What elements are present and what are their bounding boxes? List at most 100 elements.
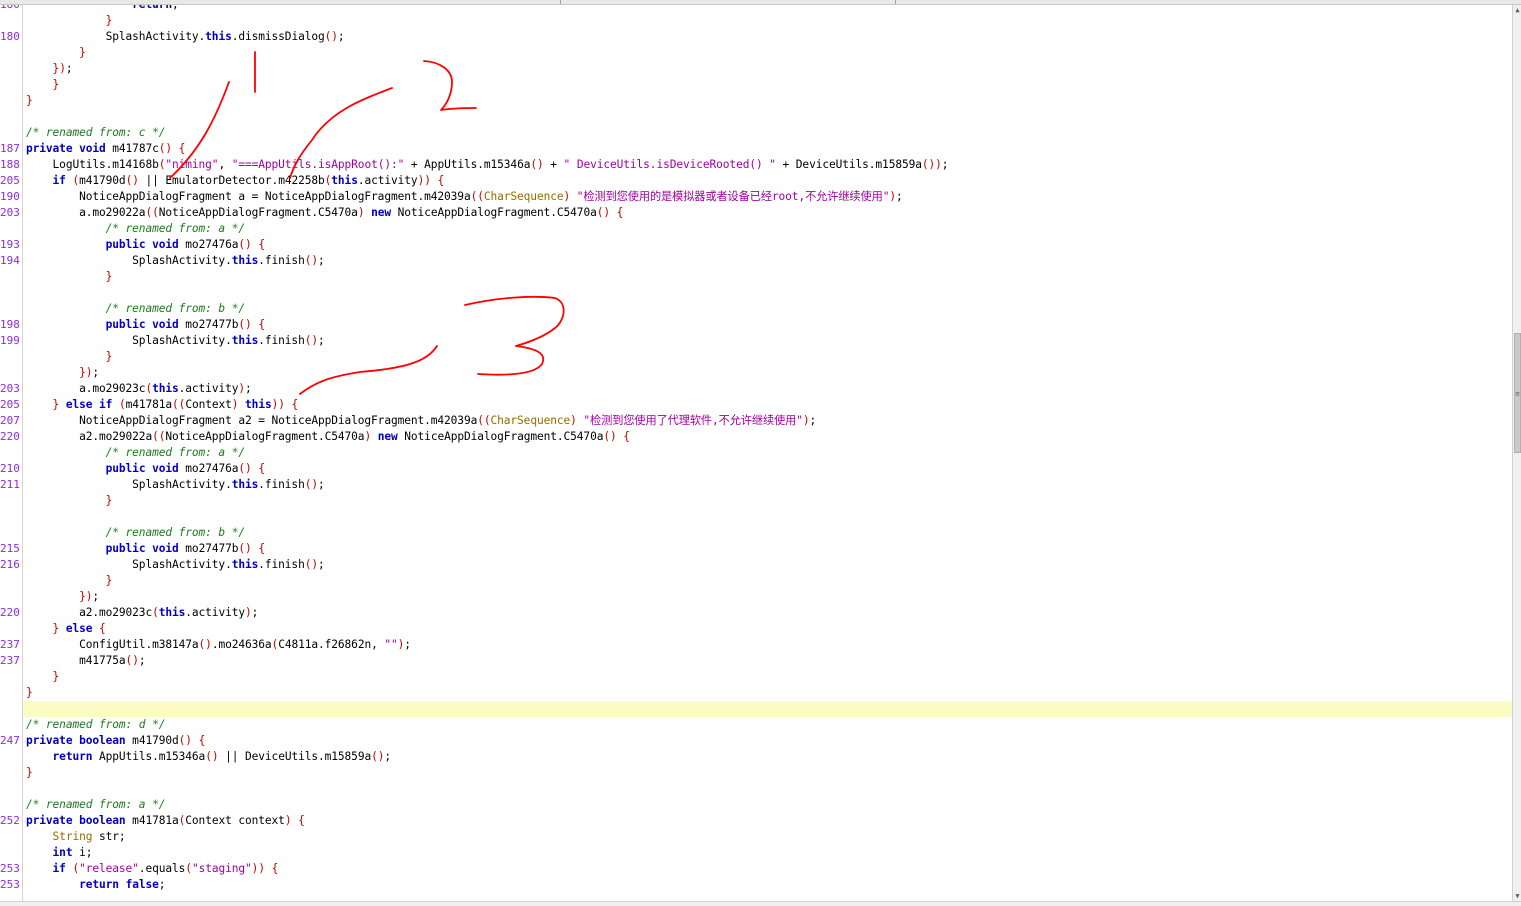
- code-line[interactable]: }: [23, 45, 1512, 61]
- code-line[interactable]: /* renamed from: b */: [23, 525, 1512, 541]
- line-number: 188: [0, 158, 20, 171]
- scroll-down-icon[interactable]: ▼: [1514, 892, 1521, 900]
- code-line[interactable]: 203 a.mo29022a((NoticeAppDialogFragment.…: [0, 205, 1512, 221]
- code-text: /* renamed from: c */: [26, 126, 166, 139]
- code-text: /* renamed from: d */: [26, 718, 166, 731]
- code-text: }: [79, 46, 86, 59]
- code-line[interactable]: /* renamed from: a */: [23, 445, 1512, 461]
- code-line[interactable]: 207 NoticeAppDialogFragment a2 = NoticeA…: [0, 413, 1512, 429]
- line-number: 237: [0, 654, 20, 667]
- code-text: });: [79, 590, 100, 603]
- code-line[interactable]: 193 public void mo27476a() {: [0, 237, 1512, 253]
- code-text: LogUtils.m14168b("niming", "===AppUtils.…: [26, 158, 949, 171]
- code-line[interactable]: 237 m41775a();: [0, 653, 1512, 669]
- code-text: if (m41790d() || EmulatorDetector.m42258…: [52, 174, 445, 187]
- line-number: 220: [0, 606, 20, 619]
- code-line[interactable]: 198 public void mo27477b() {: [0, 317, 1512, 333]
- code-line[interactable]: /* renamed from: c */: [23, 125, 1512, 141]
- code-line[interactable]: [23, 701, 1512, 717]
- code-text: a.mo29022a((NoticeAppDialogFragment.C547…: [26, 206, 624, 219]
- vertical-scrollbar[interactable]: ▲ ≡ ▼: [1512, 5, 1521, 901]
- line-number: 253: [0, 862, 20, 875]
- code-line[interactable]: 203 a.mo29023c(this.activity);: [0, 381, 1512, 397]
- code-line[interactable]: 187 private void m41787c() {: [0, 141, 1512, 157]
- code-line[interactable]: 205 } else if (m41781a((Context) this)) …: [0, 397, 1512, 413]
- code-text: private void m41787c() {: [26, 142, 186, 155]
- code-line[interactable]: 180 return;: [0, 5, 1512, 13]
- code-line[interactable]: 253 if ("release".equals("staging")) {: [0, 861, 1512, 877]
- code-line[interactable]: }: [23, 669, 1512, 685]
- tab-divider: [560, 0, 561, 4]
- code-text: a2.mo29023c(this.activity);: [26, 606, 259, 619]
- code-line[interactable]: 205 if (m41790d() || EmulatorDetector.m4…: [0, 173, 1512, 189]
- code-text: }: [105, 494, 113, 507]
- code-line[interactable]: int i;: [23, 845, 1512, 861]
- code-text: a.mo29023c(this.activity);: [26, 382, 252, 395]
- code-line[interactable]: [23, 781, 1512, 797]
- code-line[interactable]: });: [23, 365, 1512, 381]
- code-line[interactable]: }: [23, 685, 1512, 701]
- code-line[interactable]: 199 SplashActivity.this.finish();: [0, 333, 1512, 349]
- line-number: 211: [0, 478, 20, 491]
- scroll-up-icon[interactable]: ▲: [1514, 6, 1521, 14]
- code-line[interactable]: }: [23, 93, 1512, 109]
- code-line[interactable]: 211 SplashActivity.this.finish();: [0, 477, 1512, 493]
- code-text: SplashActivity.this.dismissDialog();: [26, 30, 345, 43]
- code-text: public void mo27476a() {: [105, 462, 265, 475]
- code-line[interactable]: }: [23, 269, 1512, 285]
- code-line[interactable]: }: [23, 765, 1512, 781]
- code-text: ConfigUtil.m38147a().mo24636a(C4811a.f26…: [26, 638, 411, 651]
- code-line[interactable]: /* renamed from: b */: [23, 301, 1512, 317]
- code-line[interactable]: /* renamed from: a */: [23, 221, 1512, 237]
- code-line[interactable]: String str;: [23, 829, 1512, 845]
- code-editor[interactable]: 180 return; }180 SplashActivity.this.dis…: [0, 5, 1512, 901]
- code-line[interactable]: 220 a2.mo29022a((NoticeAppDialogFragment…: [0, 429, 1512, 445]
- code-line[interactable]: }: [23, 349, 1512, 365]
- code-line[interactable]: 216 SplashActivity.this.finish();: [0, 557, 1512, 573]
- line-number: 253: [0, 878, 20, 891]
- horizontal-scrollbar[interactable]: [0, 901, 1521, 906]
- code-line[interactable]: 237 ConfigUtil.m38147a().mo24636a(C4811a…: [0, 637, 1512, 653]
- code-line[interactable]: }: [23, 573, 1512, 589]
- code-line[interactable]: }: [23, 493, 1512, 509]
- code-text: return;: [26, 5, 179, 13]
- code-line[interactable]: 180 SplashActivity.this.dismissDialog();: [0, 29, 1512, 45]
- code-text: private boolean m41781a(Context context)…: [26, 814, 305, 827]
- code-line[interactable]: 188 LogUtils.m14168b("niming", "===AppUt…: [0, 157, 1512, 173]
- code-line[interactable]: /* renamed from: a */: [23, 797, 1512, 813]
- line-number: 216: [0, 558, 20, 571]
- code-text: SplashActivity.this.finish();: [26, 334, 325, 347]
- code-line[interactable]: 210 public void mo27476a() {: [0, 461, 1512, 477]
- code-text: SplashActivity.this.finish();: [26, 254, 325, 267]
- code-line[interactable]: } else {: [23, 621, 1512, 637]
- code-line[interactable]: });: [23, 61, 1512, 77]
- code-line[interactable]: 247 private boolean m41790d() {: [0, 733, 1512, 749]
- code-line[interactable]: return AppUtils.m15346a() || DeviceUtils…: [23, 749, 1512, 765]
- code-text: NoticeAppDialogFragment a2 = NoticeAppDi…: [26, 414, 817, 427]
- code-text: });: [52, 62, 73, 75]
- code-line[interactable]: 194 SplashActivity.this.finish();: [0, 253, 1512, 269]
- code-text: a2.mo29022a((NoticeAppDialogFragment.C54…: [26, 430, 630, 443]
- code-text: SplashActivity.this.finish();: [26, 478, 325, 491]
- code-line[interactable]: 252 private boolean m41781a(Context conte…: [0, 813, 1512, 829]
- code-line[interactable]: 190 NoticeAppDialogFragment a = NoticeAp…: [0, 189, 1512, 205]
- code-text: return false;: [79, 878, 166, 891]
- line-number: 193: [0, 238, 20, 251]
- line-number: 203: [0, 206, 20, 219]
- code-text: NoticeAppDialogFragment a = NoticeAppDia…: [26, 190, 903, 203]
- code-line[interactable]: [23, 509, 1512, 525]
- code-line[interactable]: 220 a2.mo29023c(this.activity);: [0, 605, 1512, 621]
- code-line[interactable]: 215 public void mo27477b() {: [0, 541, 1512, 557]
- code-line[interactable]: [23, 109, 1512, 125]
- code-line[interactable]: }: [23, 77, 1512, 93]
- code-text: /* renamed from: b */: [26, 302, 245, 315]
- code-line[interactable]: /* renamed from: d */: [23, 717, 1512, 733]
- line-number: 205: [0, 398, 20, 411]
- code-line[interactable]: });: [23, 589, 1512, 605]
- line-number: 180: [0, 30, 20, 43]
- code-area[interactable]: 180 return; }180 SplashActivity.this.dis…: [0, 5, 1512, 901]
- code-line[interactable]: [23, 285, 1512, 301]
- code-text: if ("release".equals("staging")) {: [52, 862, 279, 875]
- code-line[interactable]: }: [23, 13, 1512, 29]
- code-line[interactable]: 253 return false;: [0, 877, 1512, 893]
